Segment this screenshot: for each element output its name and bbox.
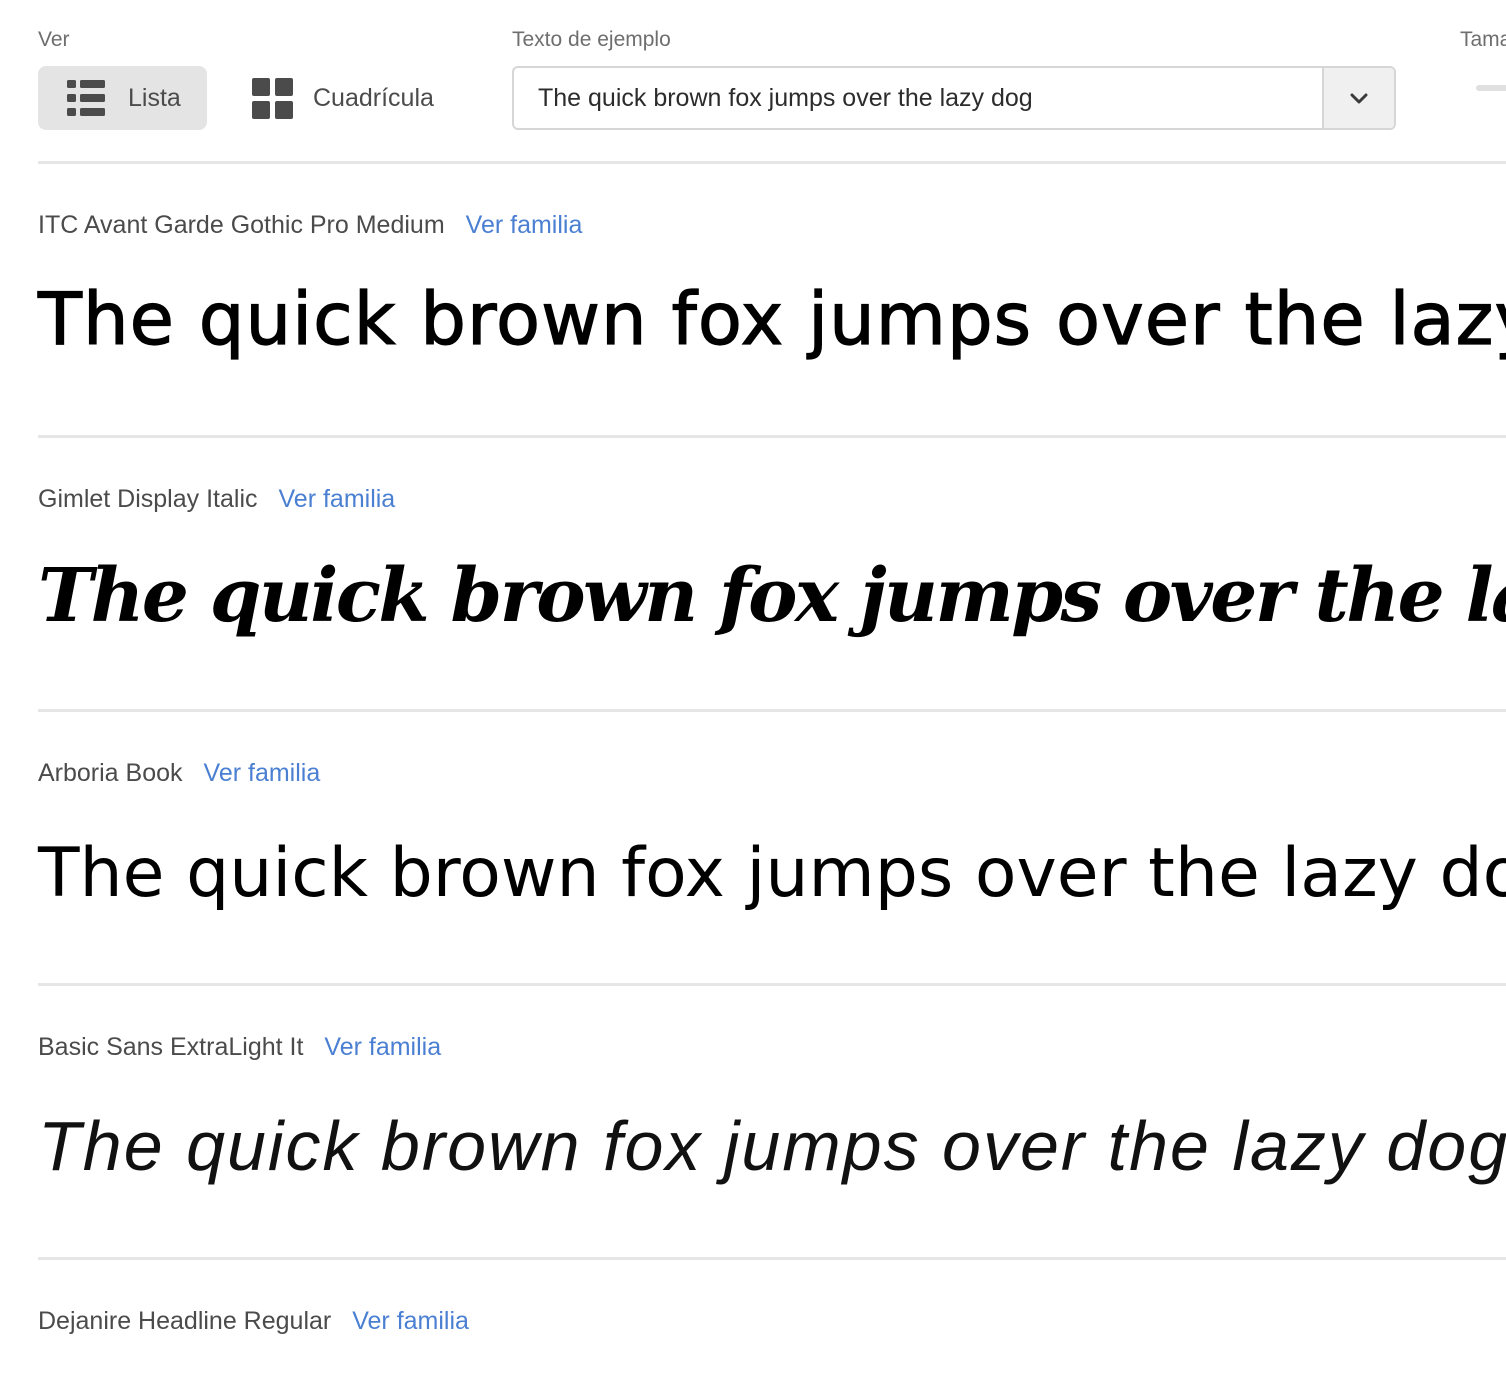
sample-text-value[interactable]: The quick brown fox jumps over the lazy … — [514, 68, 1322, 128]
font-specimen: The quick brown fox jumps over the lazy … — [38, 834, 1506, 913]
list-icon — [67, 78, 107, 118]
grid-icon — [252, 77, 293, 119]
size-slider[interactable] — [1476, 85, 1506, 91]
font-name: Arboria Book — [38, 759, 183, 787]
list-view-button[interactable]: Lista — [38, 66, 207, 130]
font-name: Gimlet Display Italic — [38, 485, 258, 513]
divider — [38, 983, 1506, 986]
chevron-down-icon — [1350, 92, 1368, 104]
view-family-link[interactable]: Ver familia — [466, 211, 583, 240]
font-row-header: Gimlet Display Italic Ver familia — [38, 485, 395, 514]
sample-text-label: Texto de ejemplo — [512, 28, 671, 51]
font-specimen: The quick brown fox jumps over the lazy … — [38, 1107, 1506, 1185]
view-family-link[interactable]: Ver familia — [204, 759, 321, 788]
grid-view-button[interactable]: Cuadrícula — [252, 66, 452, 130]
sample-text-select[interactable]: The quick brown fox jumps over the lazy … — [512, 66, 1396, 130]
grid-view-label: Cuadrícula — [313, 83, 434, 112]
font-specimen: The quick brown fox jumps over the lazy … — [38, 553, 1506, 639]
divider — [38, 161, 1506, 164]
font-name: Basic Sans ExtraLight It — [38, 1033, 304, 1061]
divider — [38, 709, 1506, 712]
list-view-label: Lista — [128, 83, 181, 112]
size-label: Tama — [1460, 28, 1506, 51]
font-row-header: Basic Sans ExtraLight It Ver familia — [38, 1033, 441, 1062]
font-row-header: Arboria Book Ver familia — [38, 759, 320, 788]
font-row-header: ITC Avant Garde Gothic Pro Medium Ver fa… — [38, 211, 582, 240]
font-browser-page: Ver Lista Cuadrícula Texto de ejemplo Th… — [0, 0, 1506, 1374]
font-row-header: Dejanire Headline Regular Ver familia — [38, 1307, 469, 1336]
sample-text-dropdown-button[interactable] — [1322, 68, 1394, 128]
divider — [38, 435, 1506, 438]
view-family-link[interactable]: Ver familia — [279, 485, 396, 514]
font-specimen: The quick brown fox jumps over the lazy … — [37, 276, 1506, 361]
view-family-link[interactable]: Ver familia — [352, 1307, 469, 1336]
view-label: Ver — [38, 28, 70, 51]
view-family-link[interactable]: Ver familia — [324, 1033, 441, 1062]
font-name: Dejanire Headline Regular — [38, 1307, 332, 1335]
divider — [38, 1257, 1506, 1260]
font-name: ITC Avant Garde Gothic Pro Medium — [38, 211, 445, 239]
